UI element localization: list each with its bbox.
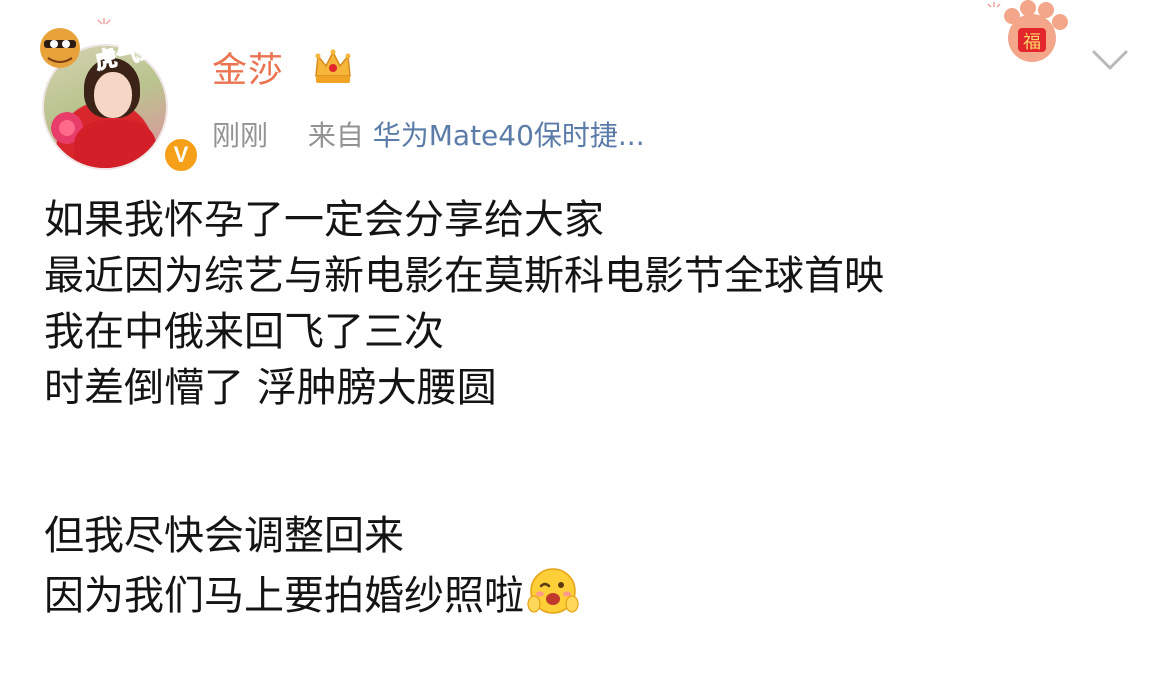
post-time: 刚刚 xyxy=(212,119,269,152)
post-text: 因为我们马上要拍婚纱照啦 xyxy=(44,573,524,619)
chevron-down-icon[interactable] xyxy=(1090,46,1130,74)
avatar-dress xyxy=(74,120,156,168)
post-header: 虎气来了 V 金莎 刚刚 来自 华为Mate40保时捷... 虎气来了 福 xyxy=(0,0,1169,174)
post-text-line: 但我尽快会调整回来 xyxy=(44,513,404,559)
svg-text:福: 福 xyxy=(1023,32,1041,53)
post-text-line: 我在中俄来回飞了三次 xyxy=(44,309,444,355)
post-text-line: 如果我怀孕了一定会分享给大家 xyxy=(44,197,604,243)
post-text-line: 最近因为综艺与新电影在莫斯科电影节全球首映 xyxy=(44,253,884,299)
tiger-year-pendant-icon: 虎气来了 xyxy=(40,18,184,75)
svg-text:虎气来了: 虎气来了 xyxy=(913,21,1004,62)
crown-icon[interactable] xyxy=(312,46,354,86)
wink-emoji-icon xyxy=(527,568,579,614)
tiger-year-paw-decor-icon[interactable]: 虎气来了 福 xyxy=(908,0,1080,70)
post-source-link[interactable]: 华为Mate40保时捷... xyxy=(373,119,645,152)
post-text-line: 时差倒懵了 浮肿膀大腰圆 xyxy=(44,365,497,411)
username[interactable]: 金莎 xyxy=(212,42,284,93)
post-body: 如果我怀孕了一定会分享给大家 最近因为综艺与新电影在莫斯科电影节全球首映 我在中… xyxy=(44,192,1144,620)
post-meta: 刚刚 来自 华为Mate40保时捷... xyxy=(212,114,645,154)
verified-badge-icon: V xyxy=(162,136,200,174)
post-text-line-with-emoji: 因为我们马上要拍婚纱照啦 xyxy=(44,564,1144,620)
avatar-container[interactable]: 虎气来了 V xyxy=(34,12,200,174)
svg-text:虎气来了: 虎气来了 xyxy=(93,31,184,75)
from-label: 来自 xyxy=(307,119,364,152)
